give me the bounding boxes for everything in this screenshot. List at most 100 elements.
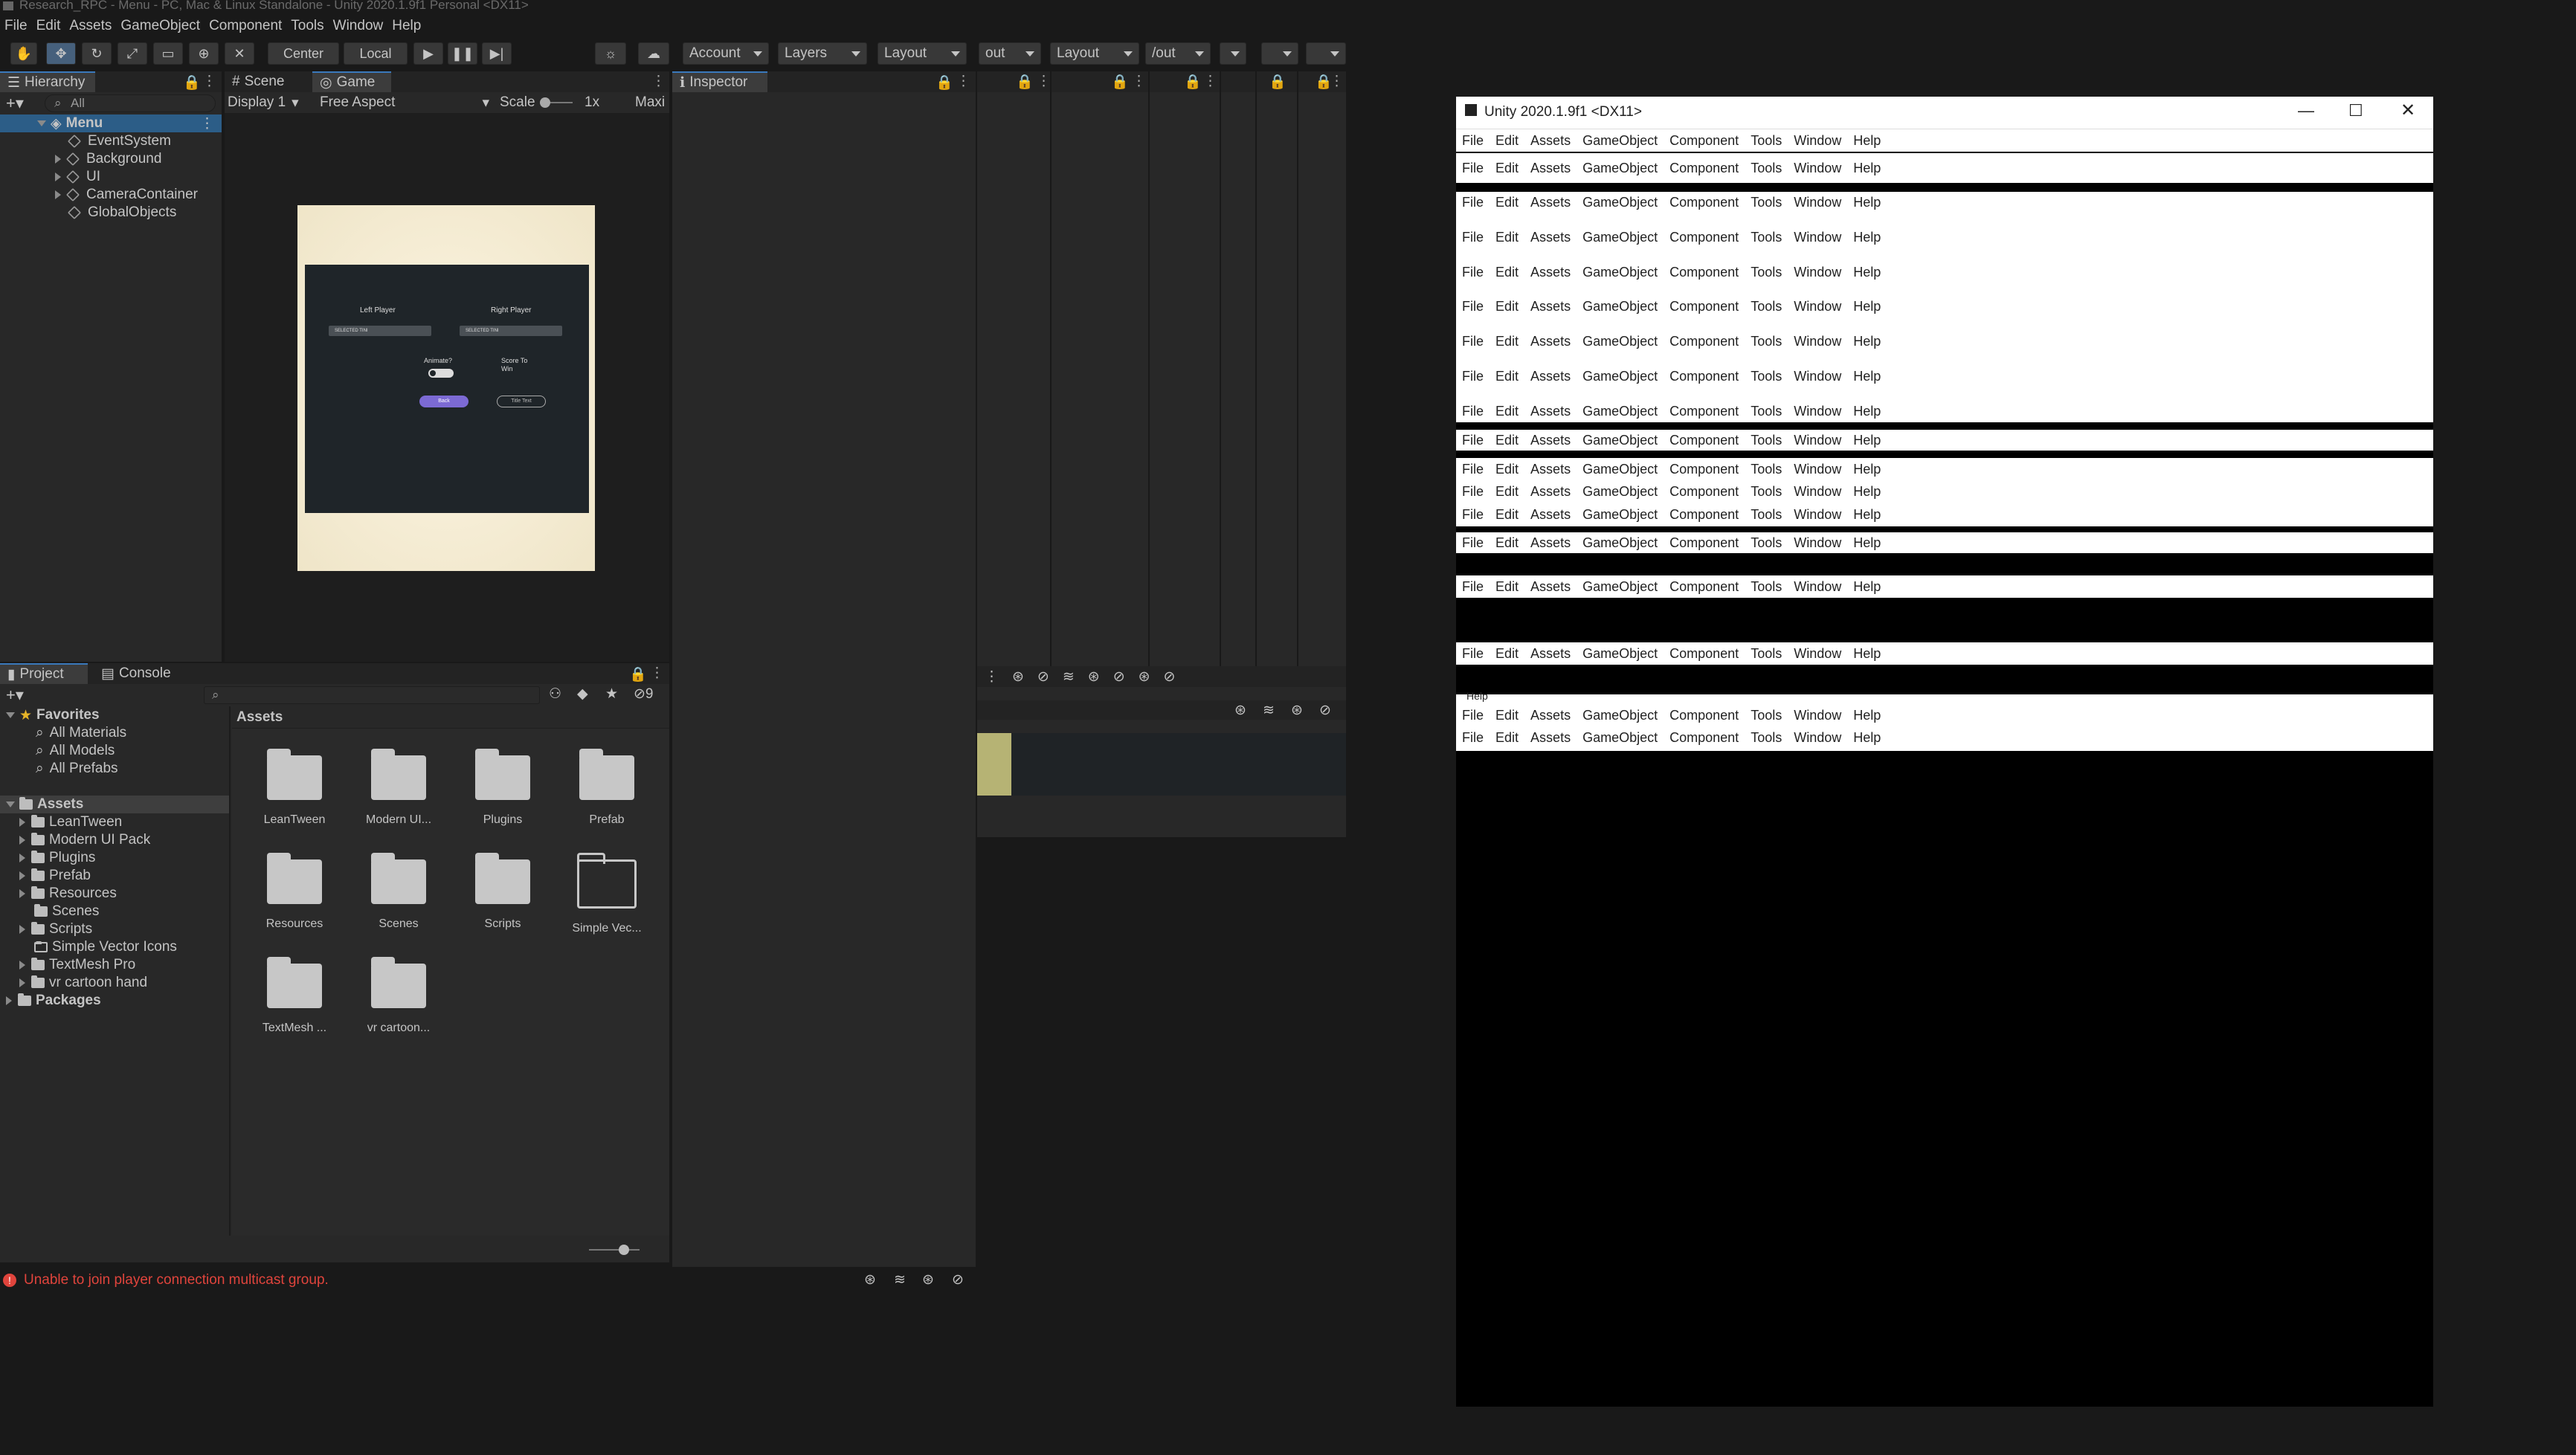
hierarchy-item[interactable]: GlobalObjects [0, 204, 222, 222]
layout-dropdown-5[interactable] [1220, 42, 1246, 65]
scale-slider[interactable] [540, 97, 573, 108]
menu-edit[interactable]: Edit [36, 18, 61, 34]
star-icon[interactable]: ★ [605, 685, 618, 703]
aspect-dropdown[interactable]: Free Aspect ▾ [317, 94, 494, 112]
debug-icon[interactable]: ⊛ [1291, 702, 1303, 719]
kebab-menu-icon[interactable]: ⋮ [1037, 73, 1051, 90]
kebab-menu-icon[interactable]: ⋮ [956, 73, 970, 90]
add-icon[interactable]: +▾ [6, 94, 24, 113]
maximize-icon[interactable]: ☐ [2348, 101, 2363, 120]
step-button[interactable]: ▶| [482, 42, 512, 65]
menu-help[interactable]: Help [392, 18, 421, 34]
layout-dropdown-6[interactable] [1261, 42, 1298, 65]
check-icon[interactable]: ⊘ [1037, 668, 1049, 685]
kebab-menu-icon[interactable]: ⋮ [200, 115, 214, 132]
expand-arrow-icon[interactable] [55, 190, 61, 199]
close-icon[interactable]: ✕ [2400, 100, 2415, 121]
asset-folder-row[interactable]: Resources [0, 885, 229, 903]
layout-dropdown-4[interactable]: /out [1145, 42, 1211, 65]
asset-folder-row[interactable]: Scenes [0, 903, 229, 920]
layers-icon[interactable]: ≋ [1263, 702, 1275, 719]
lock-icon[interactable]: 🔒 [1269, 73, 1287, 91]
check-icon[interactable]: ⊘ [1319, 702, 1331, 719]
layers-icon[interactable]: ≋ [1063, 668, 1075, 685]
layers-dropdown[interactable]: Layers [778, 42, 867, 65]
tab-project[interactable]: ▮ Project [0, 663, 88, 684]
hierarchy-search-input[interactable]: ⌕ All [45, 94, 216, 112]
left-player-dropdown[interactable]: SELECTED TINI [329, 326, 431, 336]
menu-gameobject[interactable]: GameObject [120, 18, 200, 34]
pivot-local-button[interactable]: Local [344, 42, 408, 65]
tab-hierarchy[interactable]: ☰ Hierarchy [0, 71, 95, 92]
hierarchy-item[interactable]: Background [0, 150, 222, 168]
transform-tool-button[interactable]: ⊕ [189, 42, 219, 65]
ghost-menu-component[interactable]: Component [1669, 133, 1739, 149]
expand-arrow-icon[interactable] [19, 871, 25, 880]
slider-thumb[interactable] [619, 1245, 629, 1255]
custom-tool-button[interactable]: ✕ [225, 42, 254, 65]
kebab-menu-icon[interactable]: ⋮ [1203, 73, 1217, 90]
maximize-toggle[interactable]: Maxi [635, 94, 665, 111]
expand-arrow-icon[interactable] [55, 172, 61, 181]
assets-root-row[interactable]: Assets [0, 796, 229, 813]
cloud-button[interactable]: ☁ [638, 42, 669, 65]
rotate-tool-button[interactable]: ↻ [82, 42, 112, 65]
timeline-clip[interactable] [977, 733, 1011, 796]
favorites-row[interactable]: ★ Favorites [0, 706, 229, 724]
layout-dropdown-7[interactable] [1306, 42, 1346, 65]
asset-folder-row[interactable]: Scripts [0, 920, 229, 938]
check-icon[interactable]: ⊘ [952, 1271, 964, 1288]
filter-type-icon[interactable]: ⚇ [549, 685, 561, 703]
kebab-menu-icon[interactable]: ⋮ [651, 73, 666, 90]
account-dropdown[interactable]: Account [683, 42, 769, 65]
ghost-menu-tools[interactable]: Tools [1751, 133, 1782, 149]
asset-folder-tile[interactable]: Prefab [555, 749, 659, 859]
kebab-menu-icon[interactable]: ⋮ [1330, 73, 1344, 90]
ghost-menu-edit[interactable]: Edit [1495, 133, 1519, 149]
lock-icon[interactable]: 🔒 [629, 665, 647, 683]
ghost-menu-file[interactable]: File [1462, 133, 1484, 149]
project-search-input[interactable]: ⌕ [204, 686, 540, 704]
ghost-menu-gameobject[interactable]: GameObject [1582, 133, 1658, 149]
layout-dropdown-2[interactable]: out [979, 42, 1041, 65]
menu-window[interactable]: Window [333, 18, 384, 34]
rect-tool-button[interactable]: ▭ [153, 42, 183, 65]
expand-arrow-icon[interactable] [19, 854, 25, 862]
favorites-item[interactable]: ⌕ All Materials [0, 724, 229, 742]
favorites-item[interactable]: ⌕ All Models [0, 742, 229, 760]
kebab-menu-icon[interactable]: ⋮ [985, 668, 999, 685]
lock-icon[interactable]: 🔒 [183, 74, 201, 91]
title-text-button[interactable]: Title Text [497, 396, 546, 407]
hierarchy-scene-row[interactable]: ◈ Menu ⋮ [0, 114, 222, 132]
expand-arrow-icon[interactable] [19, 836, 25, 845]
tab-console[interactable]: ▤ Console [94, 663, 183, 684]
asset-folder-tile[interactable]: Plugins [451, 749, 555, 859]
layout-dropdown-3[interactable]: Layout [1050, 42, 1139, 65]
debug-icon[interactable]: ⊛ [1088, 668, 1100, 685]
status-error-message[interactable]: Unable to join player connection multica… [24, 1272, 329, 1288]
play-button[interactable]: ▶ [413, 42, 443, 65]
slider-thumb[interactable] [540, 97, 550, 108]
animate-toggle[interactable] [428, 369, 454, 378]
asset-folder-row[interactable]: Prefab [0, 867, 229, 885]
ghost-menu-window[interactable]: Window [1794, 133, 1841, 149]
asset-folder-row[interactable]: LeanTween [0, 813, 229, 831]
asset-folder-tile[interactable]: Resources [242, 853, 347, 964]
asset-folder-tile[interactable]: Scripts [451, 853, 555, 964]
favorites-item[interactable]: ⌕ All Prefabs [0, 760, 229, 778]
menu-component[interactable]: Component [209, 18, 282, 34]
lock-icon[interactable]: 🔒 [1184, 73, 1202, 91]
debug-icon[interactable]: ⊛ [1139, 668, 1150, 685]
asset-folder-row[interactable]: Simple Vector Icons [0, 938, 229, 956]
debug-icon[interactable]: ⊛ [864, 1271, 876, 1288]
label-tag-icon[interactable]: ◆ [577, 685, 588, 703]
asset-folder-tile[interactable]: Simple Vec... [555, 853, 659, 964]
asset-folder-row[interactable]: Modern UI Pack [0, 831, 229, 849]
hierarchy-item[interactable]: UI [0, 168, 222, 186]
breadcrumb-label[interactable]: Assets [236, 709, 283, 726]
hierarchy-item[interactable]: EventSystem [0, 132, 222, 150]
collab-button[interactable]: ☼ [595, 42, 626, 65]
lock-icon[interactable]: 🔒 [1111, 73, 1129, 91]
hierarchy-item[interactable]: CameraContainer [0, 186, 222, 204]
asset-folder-row[interactable]: TextMesh Pro [0, 956, 229, 974]
